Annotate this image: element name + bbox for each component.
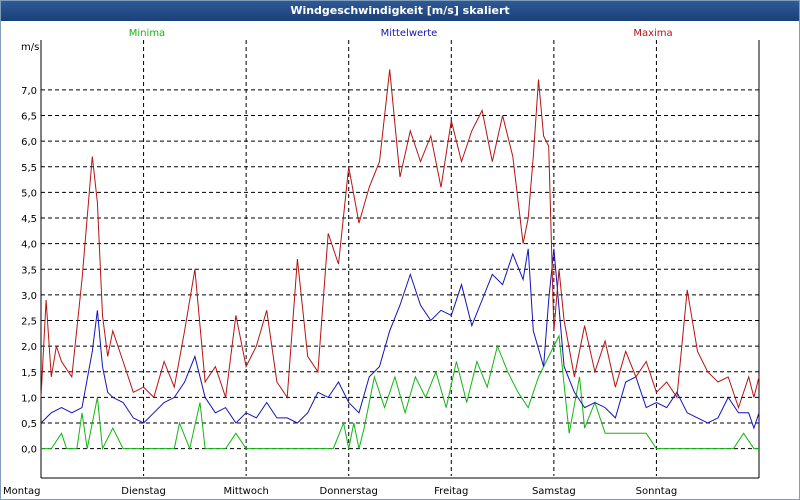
y-tick-label: 7,0: [21, 86, 37, 97]
x-tick-day: Sonntag: [636, 486, 678, 497]
y-tick-label: 1,5: [21, 368, 37, 379]
x-tick-day: Montag: [3, 486, 40, 497]
series-line-maxima: [40, 69, 760, 410]
title-bar: Windgeschwindigkeit [m/s] skaliert: [1, 1, 799, 21]
x-tick-day: Mittwoch: [223, 486, 268, 497]
y-tick-label: 1,0: [21, 393, 37, 404]
chart-window: Windgeschwindigkeit [m/s] skaliert 0,0 0,…: [0, 0, 800, 500]
y-tick-label: 5,0: [21, 188, 37, 199]
chart-canvas: 0,0 0,5 1,0 1,5 2,0 2,5 3,0 3,5 4,0 4,5 5,0 5,5 6,0 6…: [3, 28, 760, 497]
legend-minima: Minima: [129, 28, 165, 39]
y-tick-label: 2,0: [21, 342, 37, 353]
y-tick-label: 4,0: [21, 240, 37, 251]
series-line-mittelwerte: [40, 248, 760, 430]
y-axis-label: m/s: [21, 42, 39, 53]
y-tick-label: 0,5: [21, 419, 37, 430]
x-tick-day: Dienstag: [121, 486, 166, 497]
y-tick-label: 6,0: [21, 137, 37, 148]
x-tick-day: Donnerstag: [320, 486, 378, 497]
legend-maxima: Maxima: [633, 28, 672, 39]
y-tick-label: 3,0: [21, 291, 37, 302]
y-tick-label: 5,5: [21, 163, 37, 174]
y-tick-label: 6,5: [21, 112, 37, 123]
y-tick-label: 3,5: [21, 265, 37, 276]
y-tick-label: 4,5: [21, 214, 37, 225]
chart-title: Windgeschwindigkeit [m/s] skaliert: [290, 4, 510, 17]
x-tick-day: Freitag: [434, 486, 468, 497]
legend-mittelwerte: Mittelwerte: [381, 28, 438, 39]
y-tick-label: 2,5: [21, 317, 37, 328]
y-tick-label: 0,0: [21, 445, 37, 456]
x-tick-day: Samstag: [532, 486, 576, 497]
